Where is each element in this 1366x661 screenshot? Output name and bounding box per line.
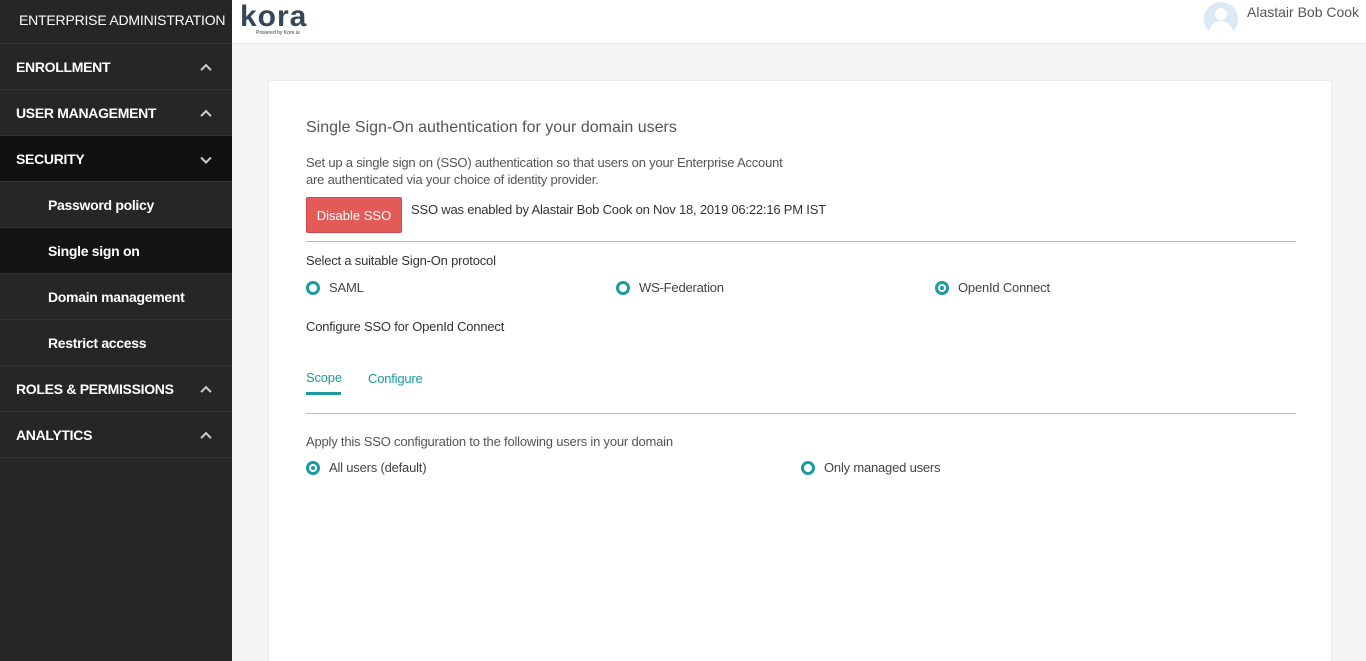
sidebar-item-label: Restrict access: [48, 335, 147, 351]
radio-all-users[interactable]: All users (default): [306, 460, 427, 475]
sidebar-section-analytics[interactable]: ANALYTICS: [0, 412, 232, 458]
sidebar-section-user-management[interactable]: USER MANAGEMENT: [0, 90, 232, 136]
sidebar-section-roles-permissions[interactable]: ROLES & PERMISSIONS: [0, 366, 232, 412]
chevron-up-icon: [200, 431, 212, 443]
logo-subtitle: Powered by Kore.ai: [256, 30, 300, 36]
divider: [306, 241, 1296, 242]
radio-icon: [616, 280, 630, 295]
divider: [306, 413, 1296, 414]
chevron-up-icon: [200, 385, 212, 397]
tab-scope[interactable]: Scope: [306, 370, 342, 385]
sidebar-section-label: SECURITY: [16, 151, 85, 167]
sso-description: Set up a single sign on (SSO) authentica…: [306, 154, 786, 188]
sidebar-section-label: ANALYTICS: [16, 427, 93, 443]
page-title: Single Sign-On authentication for your d…: [306, 119, 677, 136]
sidebar-item-domain-management[interactable]: Domain management: [0, 274, 232, 320]
sidebar-section-label: ENROLLMENT: [16, 59, 111, 75]
disable-sso-button[interactable]: Disable SSO: [306, 197, 402, 233]
kora-logo[interactable]: kora Powered by Kore.ai: [240, 2, 320, 40]
sidebar: ENTERPRISE ADMINISTRATION ENROLLMENT USE…: [0, 0, 232, 661]
sidebar-item-single-sign-on[interactable]: Single sign on: [0, 228, 232, 274]
radio-only-managed-users[interactable]: Only managed users: [801, 460, 941, 475]
radio-checked-icon: [935, 280, 949, 295]
chevron-up-icon: [200, 63, 212, 75]
radio-label: WS-Federation: [639, 280, 724, 295]
sidebar-item-label: Password policy: [48, 197, 154, 213]
sidebar-item-password-policy[interactable]: Password policy: [0, 182, 232, 228]
top-bar: kora Powered by Kore.ai Alastair Bob Coo…: [232, 0, 1366, 44]
chevron-down-icon: [200, 152, 212, 164]
radio-checked-icon: [306, 460, 320, 475]
radio-icon: [801, 460, 815, 475]
radio-label: Only managed users: [824, 460, 941, 475]
radio-icon: [306, 280, 320, 295]
configure-label: Configure SSO for OpenId Connect: [306, 319, 505, 334]
radio-label: OpenId Connect: [958, 280, 1050, 295]
sidebar-section-security[interactable]: SECURITY: [0, 136, 232, 182]
sidebar-item-restrict-access[interactable]: Restrict access: [0, 320, 232, 366]
sidebar-section-label: USER MANAGEMENT: [16, 105, 157, 121]
sidebar-item-label: Single sign on: [48, 243, 140, 259]
radio-openid-connect[interactable]: OpenId Connect: [935, 280, 1050, 295]
logo-text: kora: [240, 0, 308, 33]
sidebar-header: ENTERPRISE ADMINISTRATION: [0, 0, 232, 44]
radio-label: All users (default): [329, 460, 427, 475]
user-name[interactable]: Alastair Bob Cook: [1247, 4, 1359, 20]
avatar[interactable]: [1204, 2, 1238, 36]
sidebar-item-label: Domain management: [48, 289, 185, 305]
sso-settings-card: Single Sign-On authentication for your d…: [268, 80, 1332, 661]
sidebar-section-label: ROLES & PERMISSIONS: [16, 381, 174, 397]
radio-ws-federation[interactable]: WS-Federation: [616, 280, 724, 295]
chevron-up-icon: [200, 109, 212, 121]
description-line: are authenticated via your choice of ide…: [306, 172, 599, 187]
radio-label: SAML: [329, 280, 364, 295]
radio-saml[interactable]: SAML: [306, 280, 364, 295]
sso-status-text: SSO was enabled by Alastair Bob Cook on …: [411, 202, 826, 217]
description-line: Set up a single sign on (SSO) authentica…: [306, 155, 783, 170]
scope-label: Apply this SSO configuration to the foll…: [306, 434, 673, 449]
tab-configure[interactable]: Configure: [368, 371, 423, 386]
sidebar-section-enrollment[interactable]: ENROLLMENT: [0, 44, 232, 90]
protocol-label: Select a suitable Sign-On protocol: [306, 253, 496, 268]
active-tab-indicator: [306, 392, 341, 395]
